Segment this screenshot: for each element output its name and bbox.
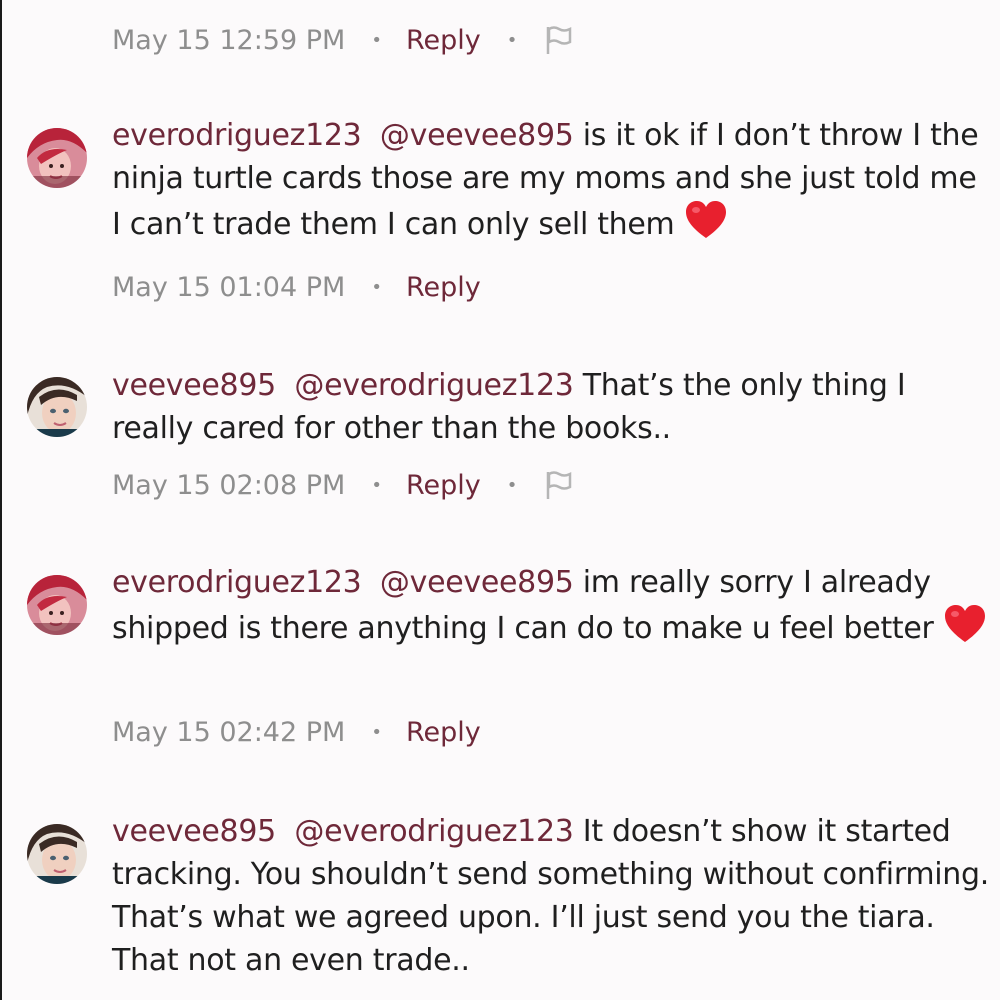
- reply-button[interactable]: Reply: [406, 272, 481, 303]
- separator-dot: •: [506, 29, 518, 51]
- reply-button[interactable]: Reply: [406, 25, 481, 56]
- separator-dot: •: [371, 276, 382, 298]
- avatar[interactable]: [27, 377, 87, 437]
- comment-body: veevee895 @everodriguez123 That’s the on…: [112, 364, 992, 450]
- comment-timestamp: May 15 02:08 PM: [112, 469, 346, 501]
- separator-dot: •: [371, 721, 382, 743]
- avatar[interactable]: [27, 128, 87, 188]
- comment-username[interactable]: everodriguez123: [112, 565, 362, 600]
- flag-icon[interactable]: [543, 24, 573, 56]
- comment-username[interactable]: veevee895: [112, 814, 276, 849]
- heart-emoji: [684, 200, 728, 240]
- comment-body: everodriguez123 @veevee895 is it ok if I…: [112, 114, 992, 246]
- separator-dot: •: [506, 474, 518, 496]
- heart-emoji: [943, 604, 987, 644]
- separator-dot: •: [371, 474, 382, 496]
- avatar[interactable]: [27, 575, 87, 635]
- comments-page: May 15 12:59 PM • Reply • everodriguez12…: [0, 0, 1000, 1000]
- comment-username[interactable]: veevee895: [112, 368, 276, 403]
- comment-body: everodriguez123 @veevee895 im really sor…: [112, 561, 992, 650]
- comment-mention[interactable]: @veevee895: [380, 565, 574, 600]
- comment-timestamp: May 15 12:59 PM: [112, 24, 346, 56]
- comment-mention[interactable]: @veevee895: [380, 118, 574, 153]
- avatar[interactable]: [27, 824, 87, 884]
- comment-meta-row: May 15 02:08 PM • Reply •: [112, 465, 573, 505]
- comment-mention[interactable]: @everodriguez123: [294, 368, 573, 403]
- comment-meta-row: May 15 01:04 PM • Reply: [112, 267, 481, 307]
- reply-button[interactable]: Reply: [406, 717, 481, 748]
- comment-meta-row: May 15 02:42 PM • Reply: [112, 712, 481, 752]
- comment-timestamp: May 15 02:42 PM: [112, 716, 346, 748]
- separator-dot: •: [371, 29, 382, 51]
- comment-timestamp: May 15 01:04 PM: [112, 271, 346, 303]
- comment-mention[interactable]: @everodriguez123: [294, 814, 573, 849]
- reply-button[interactable]: Reply: [406, 470, 481, 501]
- comment-body: veevee895 @everodriguez123 It doesn’t sh…: [112, 810, 992, 982]
- comment-username[interactable]: everodriguez123: [112, 118, 362, 153]
- flag-icon[interactable]: [543, 469, 573, 501]
- comment-meta-row: May 15 12:59 PM • Reply •: [112, 20, 573, 60]
